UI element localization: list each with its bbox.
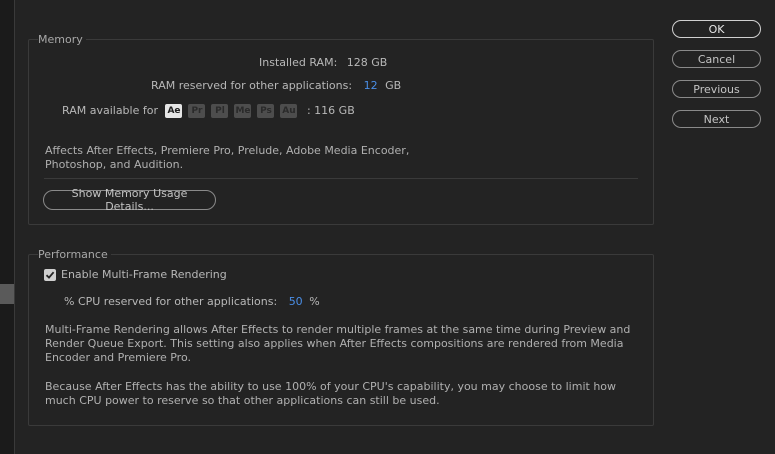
cpu-reserved-row: % CPU reserved for other applications: 5… [64, 295, 320, 308]
previous-button[interactable]: Previous [672, 80, 761, 98]
checkmark-icon [45, 271, 55, 279]
show-memory-usage-details-button[interactable]: Show Memory Usage Details... [43, 187, 216, 213]
ram-available-row: RAM available for Ae Pr Pl Me Ps Au : 11… [62, 104, 355, 118]
cpu-limit-description-line: much CPU power to reserve so that other … [45, 394, 440, 407]
ram-available-label: RAM available for [62, 104, 158, 117]
mfr-checkbox[interactable] [44, 269, 56, 281]
ok-button[interactable]: OK [672, 20, 761, 38]
categories-sidebar [0, 0, 15, 454]
media-encoder-icon: Me [234, 104, 252, 118]
mfr-description-line: Render Queue Export. This setting also a… [45, 337, 624, 350]
app-badges: Ae Pr Pl Me Ps Au [165, 104, 298, 118]
cpu-reserved-input[interactable]: 50 [289, 295, 303, 308]
cpu-limit-description-line: Because After Effects has the ability to… [45, 380, 617, 393]
mfr-description-line: Multi-Frame Rendering allows After Effec… [45, 323, 631, 336]
cpu-reserved-label: % CPU reserved for other applications: [64, 295, 278, 308]
ram-reserved-row: RAM reserved for other applications: 12 … [151, 79, 401, 92]
ram-reserved-unit: GB [385, 79, 402, 92]
cpu-reserved-unit: % [309, 295, 320, 308]
mfr-description: Multi-Frame Rendering allows After Effec… [45, 323, 630, 365]
audition-icon: Au [280, 104, 298, 118]
cancel-button[interactable]: Cancel [672, 50, 761, 68]
sidebar-selected-item[interactable] [0, 284, 14, 304]
mfr-checkbox-label[interactable]: Enable Multi-Frame Rendering [61, 268, 227, 281]
ram-available-value: : 116 GB [306, 104, 355, 117]
cpu-limit-description: Because After Effects has the ability to… [45, 380, 616, 408]
installed-ram-row: Installed RAM: 128 GB [259, 56, 387, 69]
performance-group-label: Performance [38, 248, 111, 261]
photoshop-icon: Ps [257, 104, 275, 118]
memory-note-line: Photoshop, and Audition. [45, 158, 184, 171]
memory-group-label: Memory [38, 33, 86, 46]
mfr-description-line: Encoder and Premiere Pro. [45, 351, 191, 364]
ram-reserved-label: RAM reserved for other applications: [151, 79, 353, 92]
ram-reserved-input[interactable]: 12 [364, 79, 378, 92]
memory-note-line: Affects After Effects, Premiere Pro, Pre… [45, 144, 410, 157]
prelude-icon: Pl [211, 104, 229, 118]
memory-divider [44, 178, 638, 179]
installed-ram-label: Installed RAM: [259, 56, 338, 69]
next-button[interactable]: Next [672, 110, 761, 128]
memory-note: Affects After Effects, Premiere Pro, Pre… [45, 144, 409, 172]
premiere-pro-icon: Pr [188, 104, 206, 118]
installed-ram-value: 128 GB [346, 56, 388, 69]
after-effects-icon: Ae [165, 104, 183, 118]
